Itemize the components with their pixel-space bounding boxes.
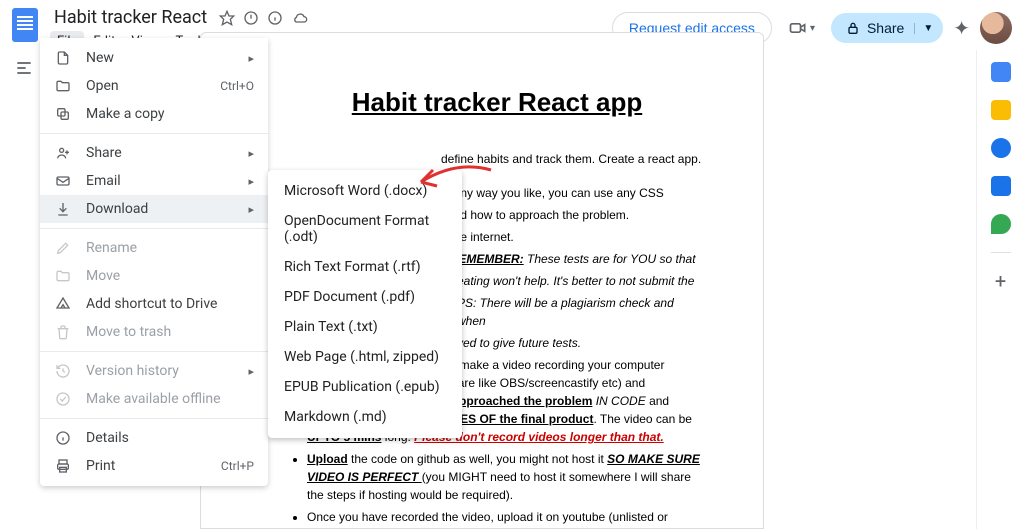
trash-icon xyxy=(54,324,72,340)
menu-item-print[interactable]: PrintCtrl+P xyxy=(40,452,268,480)
calendar-icon[interactable] xyxy=(991,62,1011,82)
menu-item-move-trash: Move to trash xyxy=(40,318,268,346)
history-icon xyxy=(54,363,72,379)
lock-icon xyxy=(845,20,861,36)
side-panel: + xyxy=(976,50,1024,529)
share-label: Share xyxy=(867,20,904,36)
account-avatar[interactable] xyxy=(980,12,1012,44)
gemini-icon[interactable]: ✦ xyxy=(953,16,970,40)
submenu-item-odt[interactable]: OpenDocument Format (.odt) xyxy=(268,206,462,252)
folder-move-icon xyxy=(54,268,72,284)
submenu-item-epub[interactable]: EPUB Publication (.epub) xyxy=(268,372,462,402)
download-submenu: Microsoft Word (.docx) OpenDocument Form… xyxy=(268,170,462,438)
docs-logo-icon[interactable] xyxy=(12,8,38,42)
add-on-plus-icon[interactable]: + xyxy=(995,271,1006,291)
star-icon[interactable] xyxy=(219,10,235,26)
submenu-item-docx[interactable]: Microsoft Word (.docx) xyxy=(268,176,462,206)
person-plus-icon xyxy=(54,145,72,161)
folder-icon xyxy=(54,78,72,94)
download-icon xyxy=(54,201,72,217)
menu-item-move: Move xyxy=(40,262,268,290)
contacts-icon[interactable] xyxy=(991,176,1011,196)
list-item: Upload the code on github as well, you m… xyxy=(307,450,703,504)
triangle-warn-icon[interactable] xyxy=(243,10,259,26)
drive-shortcut-icon xyxy=(54,296,72,312)
chevron-right-icon: ▸ xyxy=(248,203,254,216)
submenu-item-html[interactable]: Web Page (.html, zipped) xyxy=(268,342,462,372)
tasks-icon[interactable] xyxy=(991,138,1011,158)
share-button[interactable]: Share ▼ xyxy=(831,13,943,43)
info-icon xyxy=(54,430,72,446)
doc-intro: define habits and track them. Create a r… xyxy=(291,150,703,168)
chevron-right-icon: ▸ xyxy=(248,365,254,378)
chevron-right-icon: ▸ xyxy=(248,147,254,160)
submenu-item-md[interactable]: Markdown (.md) xyxy=(268,402,462,432)
copy-icon xyxy=(54,106,72,122)
meet-camera-icon[interactable]: ▾ xyxy=(782,12,821,44)
submenu-item-pdf[interactable]: PDF Document (.pdf) xyxy=(268,282,462,312)
menu-item-offline: Make available offline xyxy=(40,385,268,413)
info-icon[interactable] xyxy=(267,10,283,26)
menu-item-add-shortcut[interactable]: Add shortcut to Drive xyxy=(40,290,268,318)
doc-heading: Habit tracker React app xyxy=(291,83,703,122)
mail-icon xyxy=(54,173,72,189)
menu-item-share[interactable]: Share▸ xyxy=(40,139,268,167)
file-plus-icon xyxy=(54,50,72,66)
menu-item-details[interactable]: Details xyxy=(40,424,268,452)
menu-item-new[interactable]: New▸ xyxy=(40,44,268,72)
menu-item-make-copy[interactable]: Make a copy xyxy=(40,100,268,128)
menu-item-rename: Rename xyxy=(40,234,268,262)
maps-icon[interactable] xyxy=(991,214,1011,234)
print-icon xyxy=(54,458,72,474)
submenu-item-rtf[interactable]: Rich Text Format (.rtf) xyxy=(268,252,462,282)
chevron-down-icon[interactable]: ▼ xyxy=(914,23,933,34)
file-menu-dropdown: New▸ OpenCtrl+O Make a copy Share▸ Email… xyxy=(40,38,268,486)
submenu-item-txt[interactable]: Plain Text (.txt) xyxy=(268,312,462,342)
menu-item-email[interactable]: Email▸ xyxy=(40,167,268,195)
chevron-right-icon: ▸ xyxy=(248,52,254,65)
menu-item-open[interactable]: OpenCtrl+O xyxy=(40,72,268,100)
pencil-icon xyxy=(54,240,72,256)
chevron-right-icon: ▸ xyxy=(248,175,254,188)
offline-icon xyxy=(54,391,72,407)
list-item: Once you have recorded the video, upload… xyxy=(307,508,703,529)
document-title[interactable]: Habit tracker React xyxy=(50,6,211,29)
menu-item-version-history: Version history▸ xyxy=(40,357,268,385)
cloud-saved-icon[interactable] xyxy=(291,10,309,26)
outline-toggle-icon[interactable] xyxy=(14,58,34,82)
keep-icon[interactable] xyxy=(991,100,1011,120)
menu-item-download[interactable]: Download▸ xyxy=(40,195,268,223)
